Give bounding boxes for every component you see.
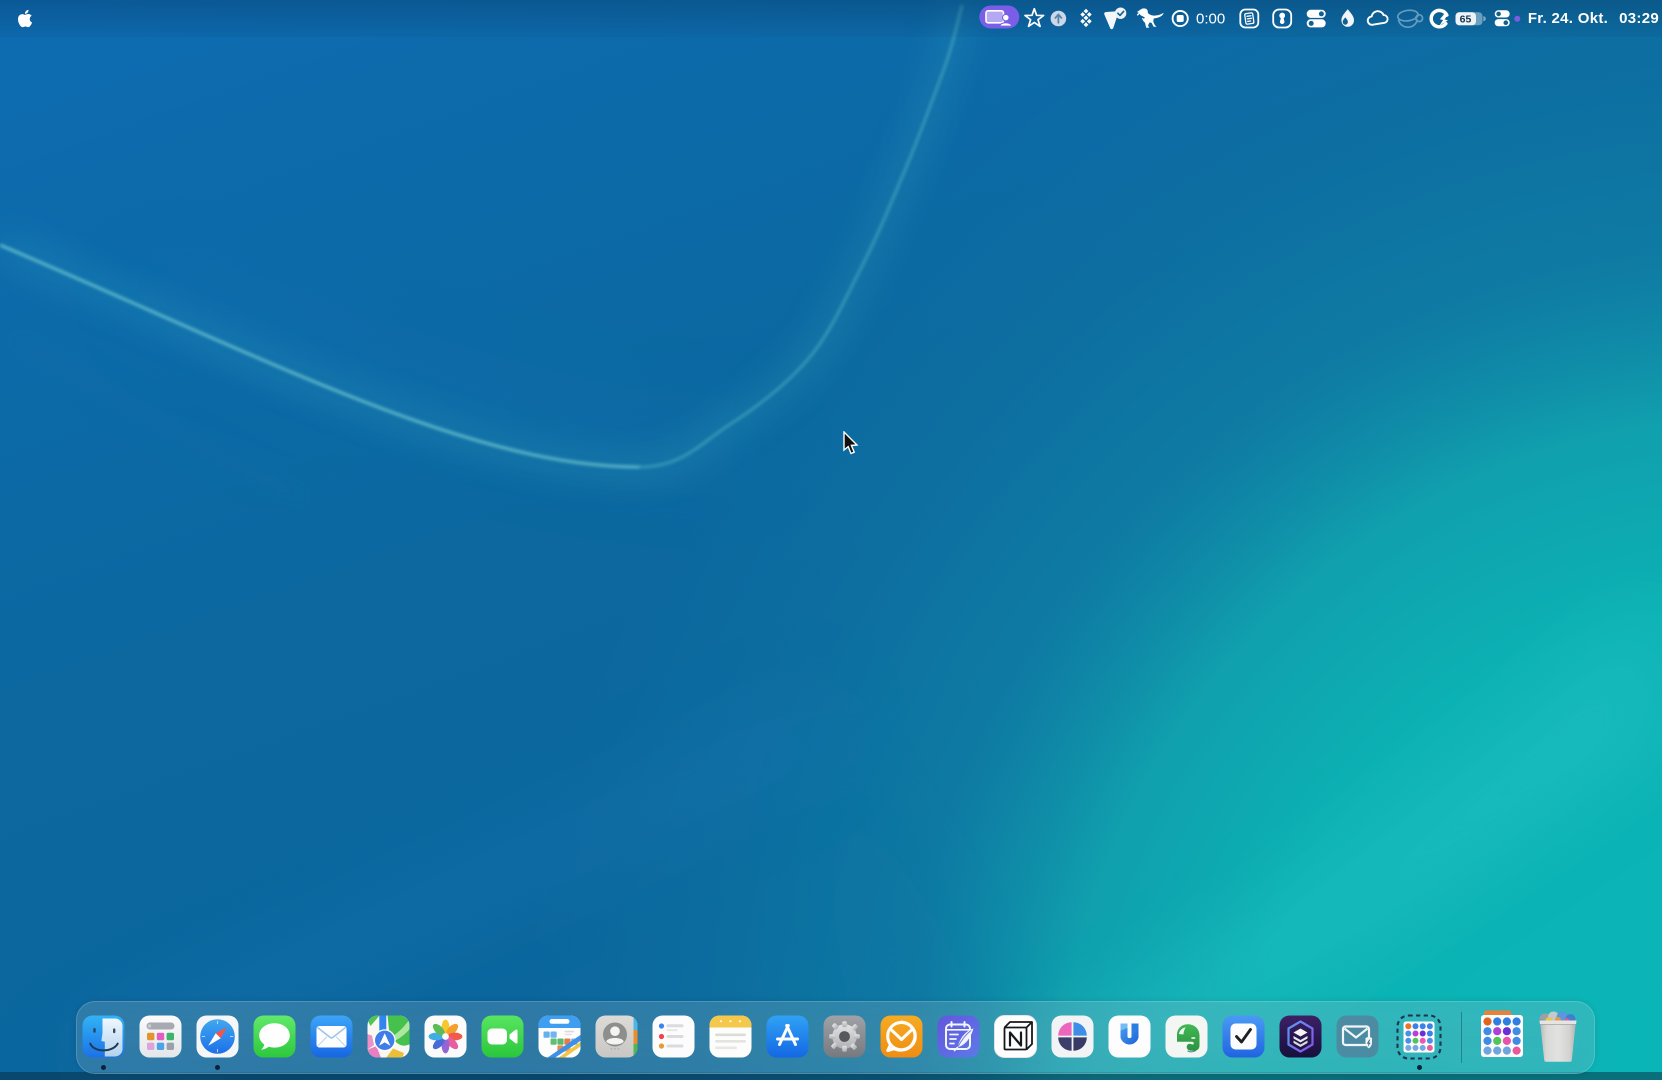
svg-text:65: 65 <box>1460 13 1472 25</box>
svg-text:0:00: 0:00 <box>1196 11 1225 28</box>
